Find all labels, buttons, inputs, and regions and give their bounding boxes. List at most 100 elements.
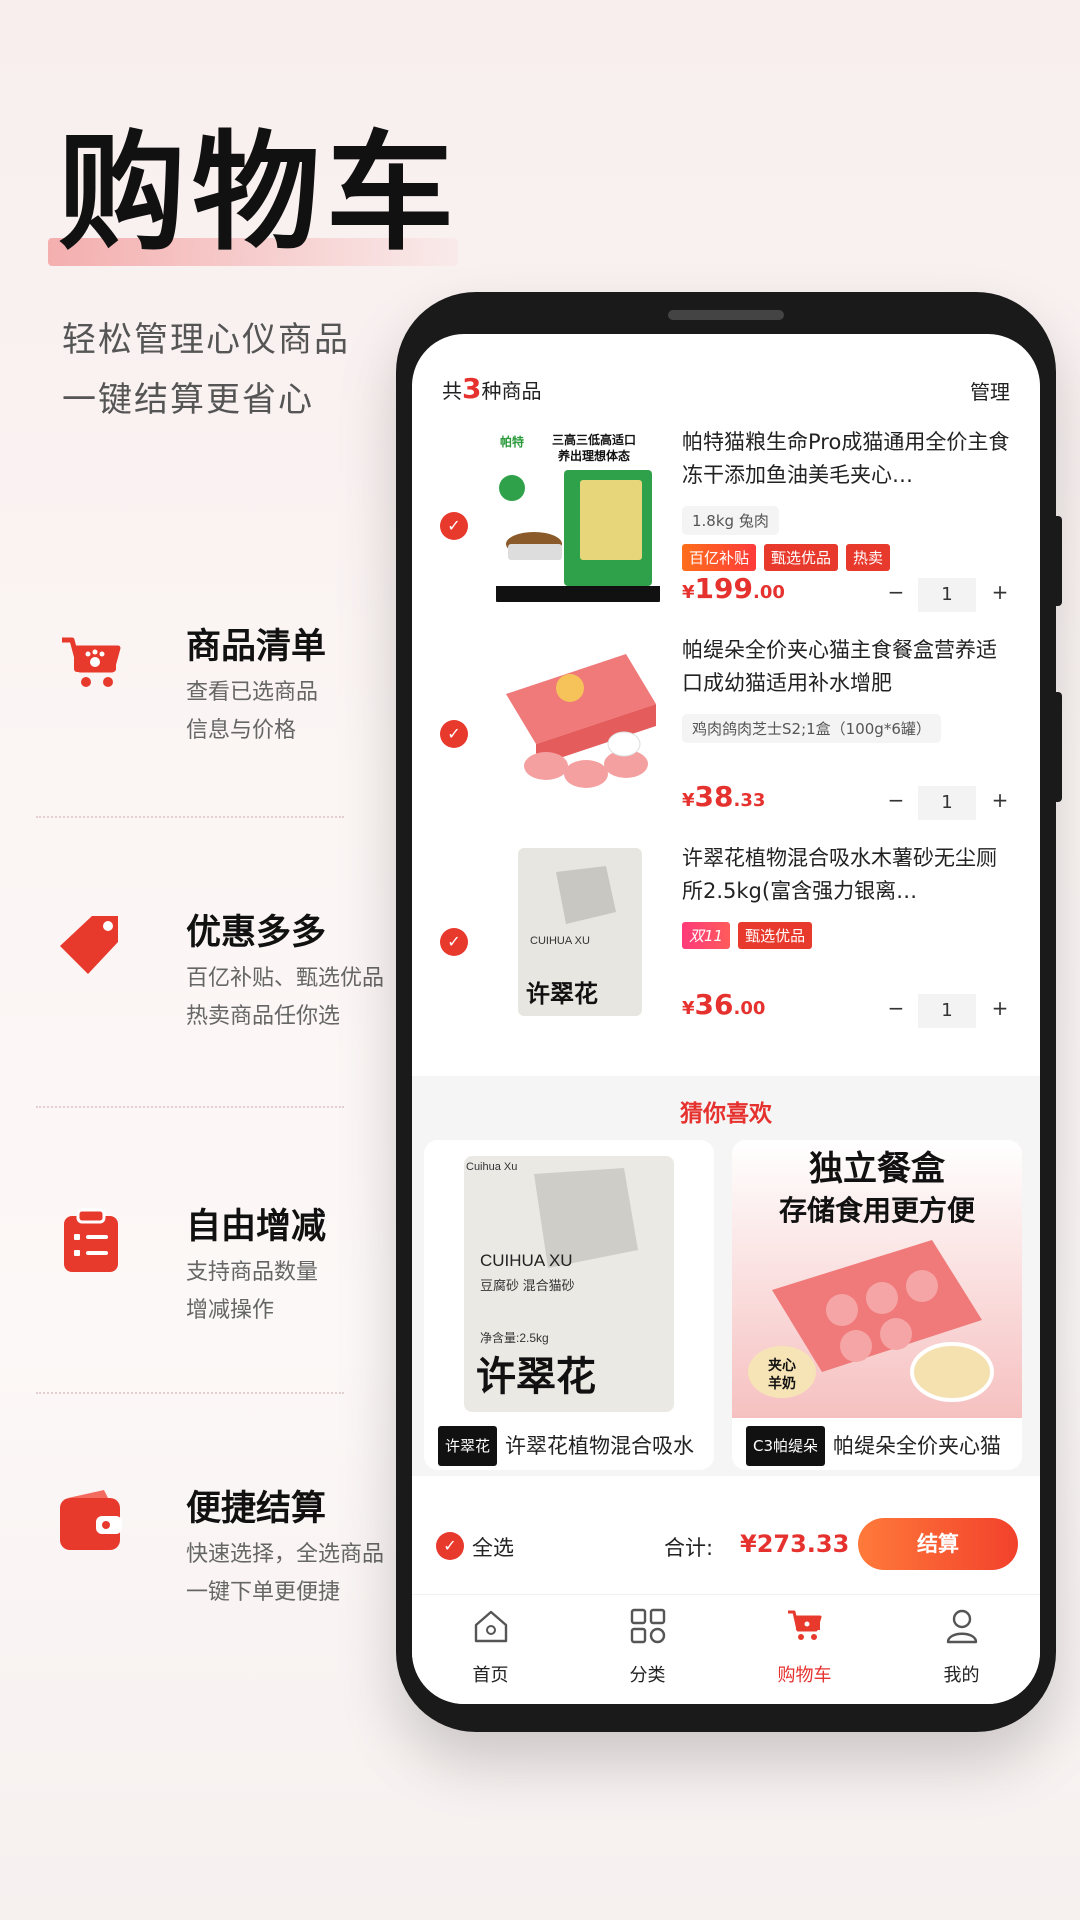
app-screen: 共3种商品 管理 ✓ 帕特 三高三低高适口 养出理想体态 帕特猫粮生命Pro成猫… [412,334,1040,1704]
tab-cart[interactable]: 购物车 [726,1595,883,1695]
quantity-input[interactable]: 1 [918,578,976,612]
recommend-badge: C3帕缇朵 [746,1426,826,1466]
recommend-card[interactable]: Cuihua Xu CUIHUA XU 豆腐砂 混合猫砂 净含量:2.5kg 许… [424,1140,714,1470]
cart-item[interactable]: ✓ 帕特 三高三低高适口 养出理想体态 帕特猫粮生命Pro成猫通用全价主食冻干添… [412,426,1040,626]
image-headline-1: 三高三低高适口 [552,432,636,447]
cat-litter-bag-image: Cuihua Xu CUIHUA XU 豆腐砂 混合猫砂 净含量:2.5kg 许… [424,1140,714,1418]
cart-paw-icon [62,637,121,687]
tab-home[interactable]: 首页 [412,1595,569,1695]
image-en-text: Cuihua Xu [466,1161,517,1173]
cart-count: 共3种商品 [442,372,541,405]
image-flavor-text-2: 羊奶 [768,1375,796,1391]
quantity-stepper: − 1 + [884,994,1012,1028]
image-title-2: 存储食用更方便 [779,1194,976,1226]
headline: 购物车 [58,119,461,268]
total-amount: ¥273.33 [740,1530,850,1558]
cat-food-bag-image: 帕特 三高三低高适口 养出理想体态 [496,426,660,606]
image-flavor-text: 夹心 [768,1357,796,1373]
quantity-stepper: − 1 + [884,786,1012,820]
subtitle: 轻松管理心仪商品 一键结算更省心 [62,310,392,430]
select-all-label[interactable]: 全选 [472,1532,514,1562]
profile-icon [946,1609,978,1644]
tab-category[interactable]: 分类 [569,1595,726,1695]
cart-item[interactable]: ✓ CUIHUA XU 许翠花 许翠花植物混合吸水木薯砂无尘厕所2.5kg(富含… [412,842,1040,1042]
feature-title: 自由增减 [186,1207,327,1247]
price-tag-icon [60,916,118,974]
feature-title: 便捷结算 [186,1489,327,1529]
subtitle-line-2: 一键结算更省心 [62,380,314,420]
tag-hot: 热卖 [846,544,891,571]
image-product-name: 许翠花 [526,980,598,1008]
phone-side-button [1052,692,1062,802]
tag-subsidy: 百亿补贴 [682,544,757,571]
item-checkbox[interactable]: ✓ [440,928,468,956]
item-checkbox[interactable]: ✓ [440,512,468,540]
plus-button[interactable]: + [988,580,1012,604]
tab-label: 首页 [472,1665,509,1686]
tab-bar: 首页 分类 购物车 我的 [412,1594,1040,1704]
quantity-stepper: − 1 + [884,578,1012,612]
cart-item[interactable]: ✓ 帕缇朵全价夹心猫主食餐盒营养适口成幼猫适用补水增肥 鸡肉鸽肉芝士S2;1盒（… [412,634,1040,834]
phone-speaker [668,310,784,320]
manage-button[interactable]: 管理 [970,376,1010,405]
subtitle-line-1: 轻松管理心仪商品 [62,320,350,360]
plus-button[interactable]: + [988,996,1012,1020]
food-tray-image: 独立餐盒 存储食用更方便 夹心 羊奶 [732,1140,1022,1418]
item-price: ¥38.33 [682,780,766,813]
minus-button[interactable]: − [884,580,908,604]
minus-button[interactable]: − [884,788,908,812]
grid-icon [630,1608,666,1644]
image-brand-text: CUIHUA XU [480,1251,573,1270]
recommend-text[interactable]: 许翠花许翠花植物混合吸水木薯砂无尘厕所2… [438,1426,704,1470]
item-image[interactable]: CUIHUA XU 许翠花 [496,842,660,1022]
item-spec[interactable]: 1.8kg 兔肉 [682,506,779,535]
image-weight-text: 净含量:2.5kg [480,1330,549,1345]
divider [36,1106,344,1108]
quantity-input[interactable]: 1 [918,994,976,1028]
image-title-1: 独立餐盒 [809,1149,946,1188]
minus-button[interactable]: − [884,996,908,1020]
item-title[interactable]: 帕缇朵全价夹心猫主食餐盒营养适口成幼猫适用补水增肥 [682,634,1012,700]
item-tags: 双11 甄选优品 [682,922,820,949]
cart-header: 共3种商品 管理 [442,372,1010,412]
item-title[interactable]: 许翠花植物混合吸水木薯砂无尘厕所2.5kg(富含强力银离… [682,842,1012,908]
count-suffix: 种商品 [481,379,542,403]
tab-label: 我的 [943,1665,980,1686]
select-all-checkbox[interactable]: ✓ [436,1532,464,1560]
divider [36,816,344,818]
cat-litter-bag-image: CUIHUA XU 许翠花 [496,842,660,1022]
image-headline-2: 养出理想体态 [557,448,630,463]
count-prefix: 共 [442,379,462,403]
feature-title: 商品清单 [186,627,327,667]
item-checkbox[interactable]: ✓ [440,720,468,748]
item-price: ¥199.00 [682,572,785,605]
item-title[interactable]: 帕特猫粮生命Pro成猫通用全价主食冻干添加鱼油美毛夹心… [682,426,1012,492]
feature-title: 优惠多多 [186,913,327,953]
quantity-input[interactable]: 1 [918,786,976,820]
image-product-name: 许翠花 [476,1355,596,1399]
clipboard-list-icon [64,1208,118,1272]
home-icon [474,1610,508,1643]
cart-icon [788,1610,822,1640]
checkout-bar: ✓ 全选 合计: ¥273.33 结算 [412,1518,1040,1574]
phone-side-button [1052,516,1062,606]
image-brand-text: CUIHUA XU [530,935,590,947]
image-brand-text: 帕特 [500,434,524,449]
item-image[interactable]: 帕特 三高三低高适口 养出理想体态 [496,426,660,606]
plus-button[interactable]: + [988,788,1012,812]
recommend-title: 猜你喜欢 [680,1101,772,1127]
tag-selected: 甄选优品 [764,544,839,571]
image-sub-text: 豆腐砂 混合猫砂 [480,1278,575,1293]
total-label: 合计: [664,1536,714,1560]
checkout-button[interactable]: 结算 [858,1518,1018,1570]
recommend-text[interactable]: C3帕缇朵帕缇朵全价夹心猫主食餐盒营养适口成… [746,1426,1012,1470]
item-image[interactable] [496,634,660,814]
food-tray-image [496,634,660,814]
recommend-card[interactable]: 独立餐盒 存储食用更方便 夹心 羊奶 C3帕缇朵帕缇朵全价夹心猫主食餐盒营养适口… [732,1140,1022,1470]
tab-profile[interactable]: 我的 [883,1595,1040,1695]
item-spec[interactable]: 鸡肉鸽肉芝士S2;1盒（100g*6罐） [682,714,941,743]
recommend-badge: 许翠花 [438,1426,498,1466]
phone-frame: 共3种商品 管理 ✓ 帕特 三高三低高适口 养出理想体态 帕特猫粮生命Pro成猫… [396,292,1062,1732]
divider [36,1392,344,1394]
tag-selected: 甄选优品 [738,922,813,949]
